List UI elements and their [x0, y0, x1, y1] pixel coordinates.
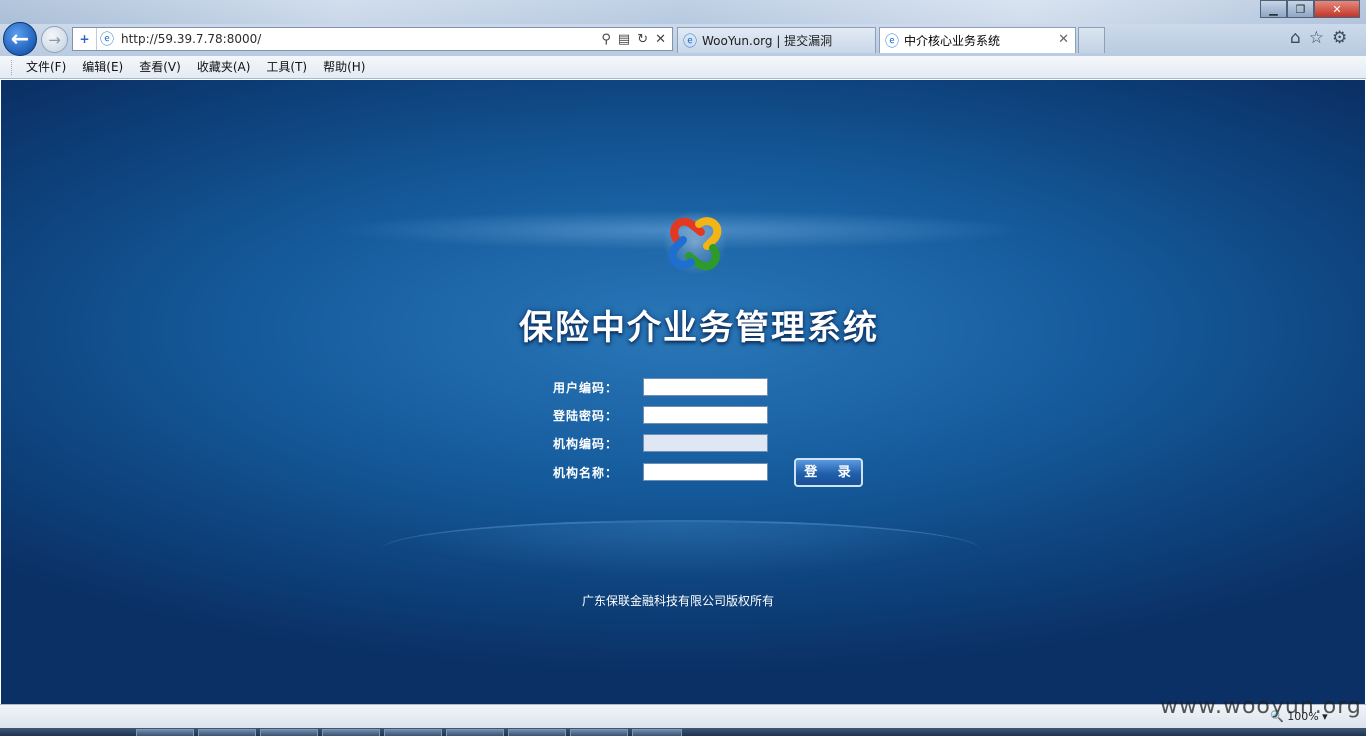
- watermark-text: www.wooyun.org: [1160, 694, 1362, 719]
- user-code-row: 用户编码：: [553, 377, 768, 397]
- new-tab-button[interactable]: [1078, 27, 1105, 53]
- close-tab-icon[interactable]: ✕: [1058, 32, 1069, 47]
- ie-page-icon: ⓔ: [100, 32, 114, 48]
- close-window-button[interactable]: ✕: [1314, 0, 1360, 18]
- taskbar-item[interactable]: [260, 729, 318, 736]
- stop-icon[interactable]: ✕: [655, 32, 666, 47]
- company-logo-icon: [663, 211, 727, 275]
- org-code-input[interactable]: [643, 434, 768, 452]
- org-name-input[interactable]: [643, 463, 768, 481]
- menu-grip: [11, 59, 14, 75]
- forward-arrow-icon: →: [48, 30, 61, 49]
- menu-help[interactable]: 帮助(H): [315, 57, 373, 78]
- gear-icon[interactable]: ⚙: [1332, 28, 1347, 48]
- login-button[interactable]: 登 录: [794, 458, 863, 487]
- os-taskbar: [0, 728, 1366, 736]
- minimize-button[interactable]: ▁: [1260, 0, 1287, 18]
- org-code-row: 机构编码：: [553, 433, 768, 453]
- taskbar-item[interactable]: [384, 729, 442, 736]
- org-name-row: 机构名称：: [553, 462, 768, 482]
- taskbar-item[interactable]: [446, 729, 504, 736]
- ie-tab-icon: ⓔ: [885, 33, 899, 50]
- window-controls: ▁ ❐ ✕: [1260, 0, 1360, 18]
- tab-active-system[interactable]: ⓔ 中介核心业务系统 ✕: [879, 27, 1076, 53]
- star-icon[interactable]: ☆: [1309, 28, 1324, 48]
- tab-wooyun[interactable]: ⓔ WooYun.org | 提交漏洞: [677, 27, 876, 53]
- system-title: 保险中介业务管理系统: [519, 308, 879, 348]
- address-url[interactable]: http://59.39.7.78:8000/: [117, 28, 601, 50]
- address-tools: ⚲ ▤ ↻ ✕: [601, 32, 672, 47]
- menu-favorites[interactable]: 收藏夹(A): [189, 57, 259, 78]
- menu-view[interactable]: 查看(V): [131, 57, 189, 78]
- address-bar[interactable]: + ⓔ http://59.39.7.78:8000/ ⚲ ▤ ↻ ✕: [72, 27, 673, 51]
- compatibility-icon[interactable]: +: [73, 28, 97, 50]
- menu-tools[interactable]: 工具(T): [258, 57, 315, 78]
- user-code-label: 用户编码：: [553, 380, 619, 395]
- login-page: 保险中介业务管理系统 用户编码： 登陆密码： 机构编码： 机构名称： 登 录 广…: [1, 80, 1365, 704]
- ie-tab-icon: ⓔ: [683, 33, 697, 50]
- taskbar-item[interactable]: [198, 729, 256, 736]
- password-input[interactable]: [643, 406, 768, 424]
- taskbar-item[interactable]: [322, 729, 380, 736]
- search-icon[interactable]: ⚲: [601, 32, 611, 47]
- compat-view-icon[interactable]: ▤: [618, 32, 630, 47]
- taskbar-item[interactable]: [632, 729, 682, 736]
- decorative-glow-bottom: [381, 520, 981, 580]
- password-row: 登陆密码：: [553, 405, 768, 425]
- menu-bar: 文件(F) 编辑(E) 查看(V) 收藏夹(A) 工具(T) 帮助(H): [0, 56, 1366, 79]
- home-icon[interactable]: ⌂: [1290, 28, 1301, 48]
- taskbar-item[interactable]: [570, 729, 628, 736]
- refresh-icon[interactable]: ↻: [637, 32, 648, 47]
- browser-chrome: ▁ ❐ ✕ ← → + ⓔ http://59.39.7.78:8000/ ⚲ …: [0, 0, 1366, 56]
- desktop-background-strip: [0, 0, 1366, 24]
- menu-file[interactable]: 文件(F): [18, 57, 74, 78]
- user-code-input[interactable]: [643, 378, 768, 396]
- taskbar-item[interactable]: [508, 729, 566, 736]
- maximize-button[interactable]: ❐: [1287, 0, 1314, 18]
- tab-label: WooYun.org | 提交漏洞: [702, 34, 833, 48]
- tab-label: 中介核心业务系统: [904, 34, 1001, 48]
- org-name-label: 机构名称：: [553, 465, 619, 480]
- toolbar-right-icons: ⌂ ☆ ⚙: [1290, 28, 1347, 48]
- password-label: 登陆密码：: [553, 408, 619, 423]
- menu-edit[interactable]: 编辑(E): [74, 57, 131, 78]
- forward-button[interactable]: →: [41, 26, 68, 53]
- org-code-label: 机构编码：: [553, 436, 619, 451]
- back-arrow-icon: ←: [10, 26, 30, 52]
- taskbar-item[interactable]: [136, 729, 194, 736]
- copyright-text: 广东保联金融科技有限公司版权所有: [581, 594, 774, 608]
- back-button[interactable]: ←: [3, 22, 37, 56]
